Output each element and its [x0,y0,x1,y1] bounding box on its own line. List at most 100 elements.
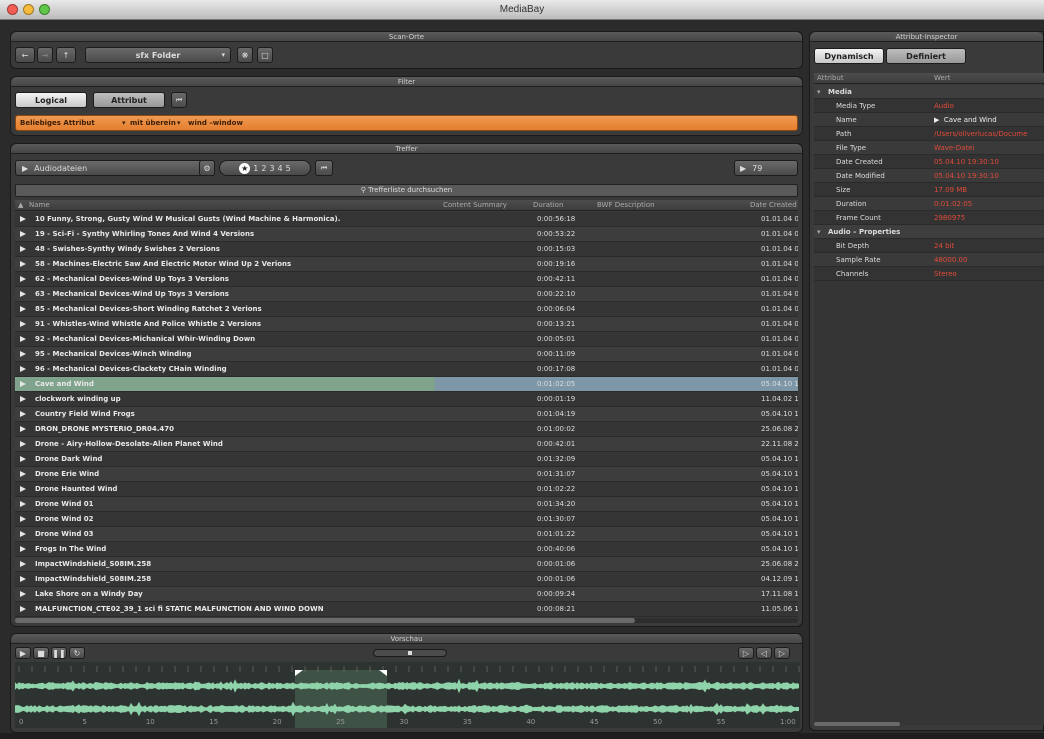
play-icon[interactable] [20,456,26,462]
inspector-value[interactable]: 05.04.10 19:30:10 [934,172,999,180]
play-icon[interactable] [20,591,26,597]
column-duration[interactable]: Duration [533,201,563,209]
tab-definiert[interactable]: Definiert [886,48,966,64]
inspector-row[interactable]: Date Created 05.04.10 19:30:10 [814,155,1044,169]
play-icon[interactable] [20,471,26,477]
column-bwf-description[interactable]: BWF Description [597,201,655,209]
folder-select[interactable]: sfx Folder ▾ [85,47,231,63]
results-search-field[interactable]: ⚲ Trefferliste durchsuchen [15,184,798,197]
table-row[interactable]: 63 - Mechanical Devices-Wind Up Toys 3 V… [15,287,798,302]
play-icon[interactable] [20,381,26,387]
play-icon[interactable] [20,516,26,522]
auto-play-button[interactable]: ▷ [738,647,754,659]
inspector-value[interactable]: ▶ Cave and Wind [934,116,997,124]
inspector-value[interactable]: 48000.00 [934,256,967,264]
inspector-row[interactable]: Bit Depth 24 bit [814,239,1044,253]
inspector-row[interactable]: Sample Rate 48000.00 [814,253,1044,267]
table-row[interactable]: Country Field Wind Frogs 0:01:04:19 05.04.… [15,407,798,422]
pause-button[interactable]: ❚❚ [51,647,67,659]
table-row[interactable]: 91 - Whistles-Wind Whistle And Police Wh… [15,317,798,332]
table-row[interactable]: 58 - Machines-Electric Saw And Electric … [15,257,798,272]
play-icon[interactable] [20,291,26,297]
inspector-value[interactable]: /Users/oliverlucas/Docume [934,130,1027,138]
waveform-display[interactable]: 0 5 10 15 20 25 30 35 40 45 50 55 1:00 [15,662,800,728]
play-icon[interactable] [20,216,26,222]
rating-filter[interactable]: ★ 1 2 3 4 5 [219,160,311,176]
play-icon[interactable] [20,306,26,312]
play-icon[interactable] [20,561,26,567]
back-button[interactable]: ← [15,47,35,63]
tab-logical[interactable]: Logical [15,92,87,108]
inspector-value[interactable]: 17.09 MB [934,186,967,194]
loop-button[interactable]: ↻ [69,647,85,659]
table-row[interactable]: Frogs In The Wind 0:00:40:06 05.04.10 1 [15,542,798,557]
table-row[interactable]: Drone - Airy-Hollow-Desolate-Alien Plane… [15,437,798,452]
column-content-summary[interactable]: Content Summary [443,201,507,209]
table-row[interactable]: Drone Erie Wind 0:01:31:07 05.04.10 1 [15,467,798,482]
play-icon[interactable] [20,231,26,237]
forward-button[interactable]: → [37,47,53,63]
table-row[interactable]: 85 - Mechanical Devices-Short Winding Ra… [15,302,798,317]
table-row[interactable]: Drone Wind 02 0:01:30:07 05.04.10 1 [15,512,798,527]
rating-reset-button[interactable]: ⏮ [315,160,333,176]
inspector-row[interactable]: Channels Stereo [814,267,1044,281]
table-row[interactable]: 48 - Swishes-Synthy Windy Swishes 2 Vers… [15,242,798,257]
column-date-created[interactable]: Date Created [750,201,797,209]
table-row[interactable]: 10 Funny, Strong, Gusty Wind W Musical G… [15,212,798,227]
play-icon[interactable] [20,261,26,267]
results-horizontal-scrollbar[interactable] [15,618,798,623]
inspector-column-value[interactable]: Wert [934,74,950,82]
column-name[interactable]: Name [29,201,50,209]
play-icon[interactable] [20,531,26,537]
previous-file-button[interactable]: ◁ [756,647,772,659]
inspector-value[interactable]: Stereo [934,270,957,278]
inspector-row[interactable]: Size 17.09 MB [814,183,1044,197]
play-icon[interactable] [20,606,26,612]
disclosure-triangle-icon[interactable]: ▾ [817,228,821,236]
inspector-row[interactable]: Date Modified 05.04.10 19:30:10 [814,169,1044,183]
stop-button[interactable]: ■ [33,647,49,659]
inspector-value[interactable]: 24 bit [934,242,954,250]
filter-reset-button[interactable]: ⏮ [171,92,187,108]
play-icon[interactable] [20,246,26,252]
table-row[interactable]: ImpactWindshield_S08IM.258 0:00:01:06 25.0… [15,557,798,572]
sort-ascending-icon[interactable]: ▲ [18,201,23,209]
table-row[interactable]: 96 - Mechanical Devices-Clackety CHain W… [15,362,798,377]
inspector-column-attribute[interactable]: Attribut [817,74,844,82]
inspector-row[interactable]: Frame Count 2980975 [814,211,1044,225]
media-type-select[interactable]: ▶ Audiodateien ▾ [15,160,215,176]
play-icon[interactable] [20,321,26,327]
play-button[interactable]: ▶ [15,647,31,659]
play-icon[interactable] [20,276,26,282]
filter-value-input[interactable]: wind –window [188,119,243,127]
inspector-row[interactable]: File Type Wave-Datei [814,141,1044,155]
inspector-scrollbar[interactable] [814,722,900,726]
inspector-row[interactable]: Name ▶ Cave and Wind [814,113,1044,127]
table-row[interactable]: Lake Shore on a Windy Day 0:00:09:24 17.11… [15,587,798,602]
play-icon[interactable] [20,411,26,417]
inspector-row[interactable]: Path/Users/oliverlucas/Docume [814,127,1044,141]
table-row[interactable]: 95 - Mechanical Devices-Winch Winding 0:0… [15,347,798,362]
table-row[interactable]: Drone Wind 03 0:01:01:22 05.04.10 1 [15,527,798,542]
inspector-value[interactable]: 2980975 [934,214,965,222]
play-icon[interactable] [20,486,26,492]
table-row[interactable]: ImpactWindshield_S08IM.258 0:00:01:06 04.1… [15,572,798,587]
inspector-value[interactable]: 05.04.10 19:30:10 [934,158,999,166]
inspector-value[interactable]: 0:01:02:05 [934,200,972,208]
play-icon[interactable] [20,501,26,507]
filter-attribute-select[interactable]: Beliebiges Attribut [20,119,95,127]
table-row[interactable]: Cave and Wind 0:01:02:05 05.04.10 1 [15,377,798,392]
play-icon[interactable] [20,546,26,552]
table-row[interactable]: 92 - Mechanical Devices-Michanical Whir-… [15,332,798,347]
next-file-button[interactable]: ▷ [774,647,790,659]
table-row[interactable]: DRON_DRONE MYSTERIO_DR04.470 0:01:00:02 25… [15,422,798,437]
play-icon[interactable] [20,426,26,432]
play-icon[interactable] [20,366,26,372]
tab-dynamisch[interactable]: Dynamisch [814,48,884,64]
table-row[interactable]: Drone Wind 01 0:01:34:20 05.04.10 1 [15,497,798,512]
up-folder-button[interactable]: ↑ [56,47,76,63]
table-row[interactable]: 62 - Mechanical Devices-Wind Up Toys 3 V… [15,272,798,287]
table-row[interactable]: clockwork winding up 0:00:01:19 11.04.02 1 [15,392,798,407]
disclosure-triangle-icon[interactable]: ▾ [817,88,821,96]
scrollbar-thumb[interactable] [15,618,635,623]
